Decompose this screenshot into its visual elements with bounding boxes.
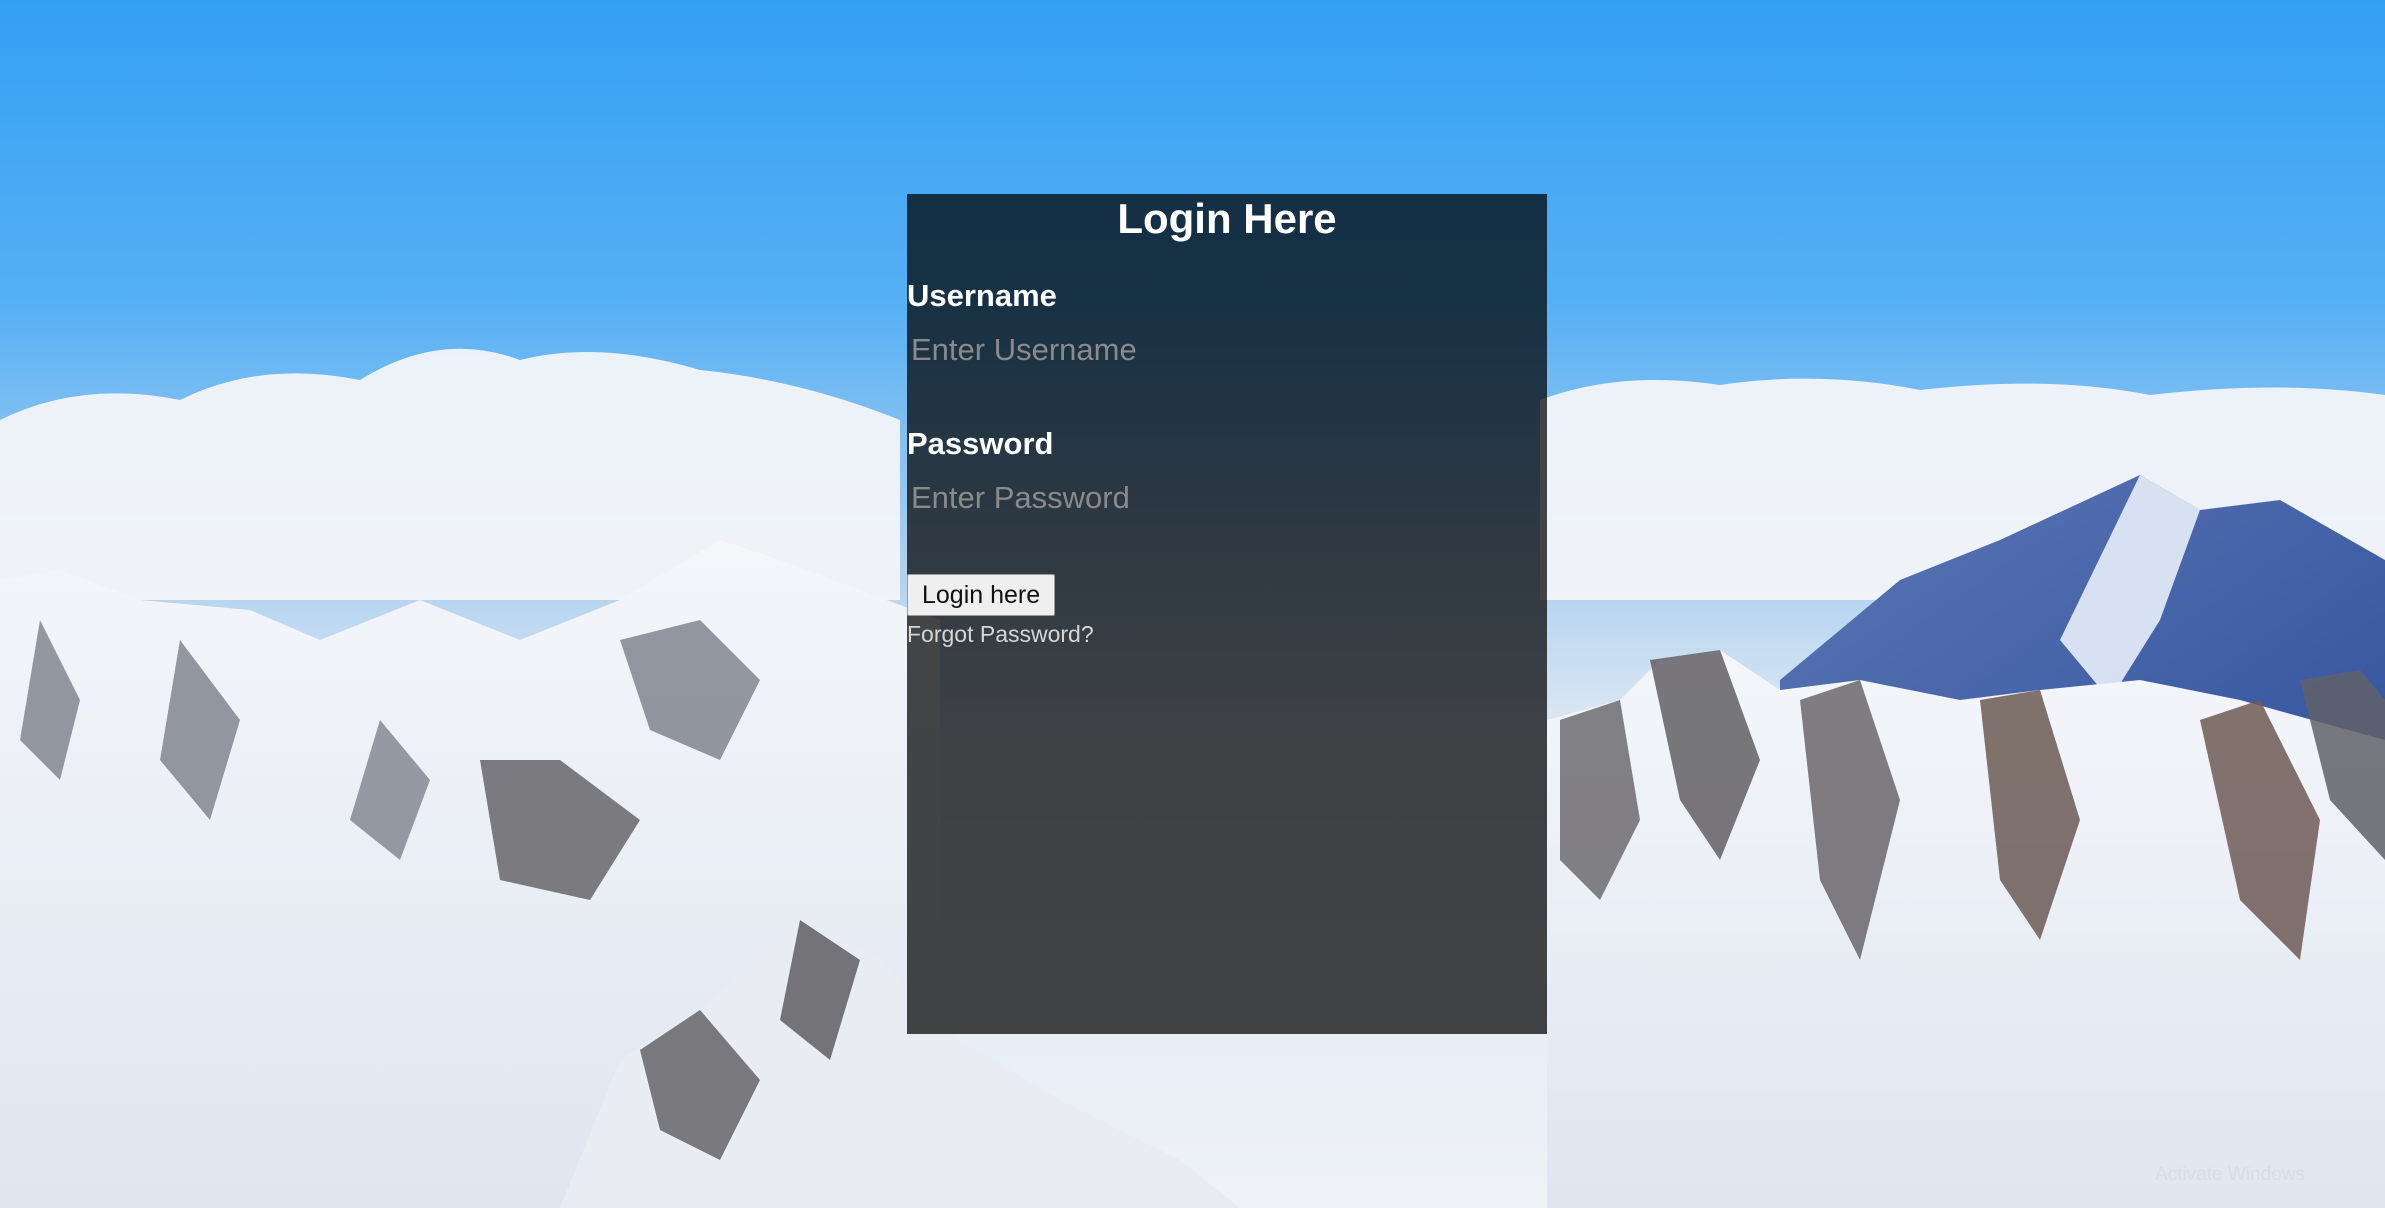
password-input[interactable] bbox=[907, 474, 1527, 522]
password-label: Password bbox=[907, 426, 1054, 461]
login-panel: Login Here Username Password Login here … bbox=[907, 194, 1547, 1034]
login-title: Login Here bbox=[1117, 195, 1337, 242]
username-label: Username bbox=[907, 278, 1057, 313]
forgot-password-link[interactable]: Forgot Password? bbox=[907, 620, 1547, 648]
activate-windows-watermark: Activate Windows bbox=[2155, 1164, 2305, 1185]
login-button[interactable]: Login here bbox=[907, 574, 1056, 616]
username-input[interactable] bbox=[907, 326, 1527, 374]
